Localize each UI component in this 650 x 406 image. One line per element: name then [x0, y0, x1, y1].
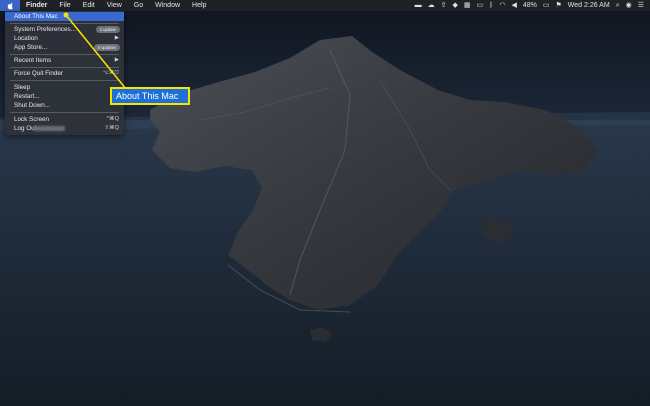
callout-connector	[63, 12, 127, 90]
callout-label: About This Mac	[110, 87, 190, 105]
